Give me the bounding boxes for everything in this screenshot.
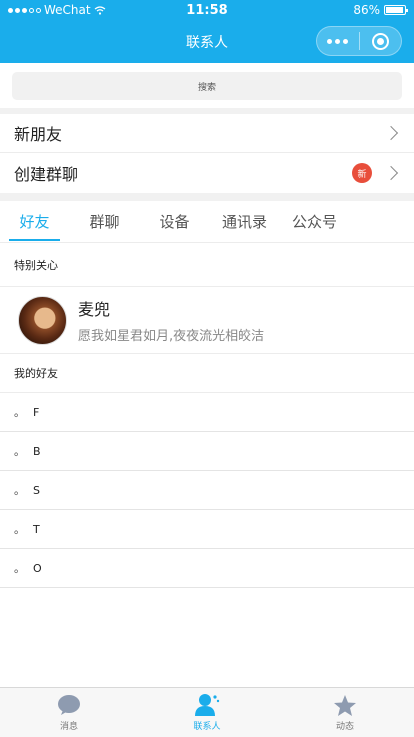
tab-devices[interactable]: 设备 [146,201,203,241]
avatar [18,295,67,345]
group-bullet: 。 [14,484,25,497]
friend-group-item[interactable]: 。 S [0,471,414,510]
status-bar: WeChat 11:58 86% [0,0,414,20]
status-left: WeChat [8,3,106,17]
tabbar-moments[interactable]: 动态 [276,688,414,737]
friend-group-item[interactable]: 。 B [0,432,414,471]
more-icon[interactable] [317,38,359,44]
close-miniprogram-button[interactable] [360,32,402,50]
tab-address-book[interactable]: 通讯录 [216,201,273,241]
group-label: B [33,444,41,458]
new-friends-item[interactable]: 新朋友 [0,114,414,152]
battery-icon [384,5,408,15]
friend-row[interactable]: 麦兜 愿我如星君如月,夜夜流光相皎洁 [0,287,414,353]
status-right: 86% [353,3,408,17]
chat-bubble-icon [57,693,81,717]
wifi-icon [94,5,105,15]
friend-group-item[interactable]: 。 O [0,549,414,588]
tabbar-contacts-label: 联系人 [193,722,221,732]
create-group-label: 创建群聊 [14,165,79,184]
chevron-right-icon [383,165,399,181]
section-gap [0,193,414,201]
signal-icon [8,7,41,13]
tabbar-contacts[interactable]: 联系人 [138,688,276,737]
special-care-title: 特别关心 [0,243,414,286]
friend-group-item[interactable]: 。 F [0,393,414,432]
group-bullet: 。 [14,406,25,419]
search-bar: 搜索 [0,63,414,108]
new-friends-label: 新朋友 [14,125,63,144]
group-bullet: 。 [14,523,25,536]
carrier-label: WeChat [44,3,91,17]
my-friends-title: 我的好友 [0,354,414,392]
tab-official-accounts[interactable]: 公众号 [286,201,343,241]
tabbar-messages[interactable]: 消息 [0,688,138,737]
group-label: O [33,561,42,575]
friend-signature: 愿我如星君如月,夜夜流光相皎洁 [78,329,265,344]
miniprogram-capsule [316,26,402,56]
nav-bar: 联系人 [0,20,414,63]
create-group-item[interactable]: 创建群聊 新 [0,153,414,193]
page-title: 联系人 [186,34,228,51]
new-badge: 新 [352,163,372,183]
friend-name: 麦兜 [78,300,111,319]
tabbar-moments-label: 动态 [335,722,354,732]
chevron-right-icon [383,125,399,141]
tab-groups[interactable]: 群聊 [76,201,133,241]
tab-friends[interactable]: 好友 [6,201,63,241]
group-bullet: 。 [14,445,25,458]
close-circle-icon [371,32,389,50]
star-icon [333,693,357,717]
friend-group-item[interactable]: 。 T [0,510,414,549]
group-bullet: 。 [14,562,25,575]
contact-tabs: 好友 群聊 设备 通讯录 公众号 [0,201,414,241]
contacts-icon [194,693,220,717]
group-label: S [33,483,40,497]
battery-percent: 86% [353,3,380,17]
group-label: F [33,405,40,419]
bottom-tab-bar: 消息 联系人 动态 [0,687,414,737]
friend-info: 麦兜 愿我如星君如月,夜夜流光相皎洁 [78,296,264,344]
group-label: T [33,522,40,536]
tabbar-messages-label: 消息 [59,722,78,732]
search-input[interactable]: 搜索 [12,72,402,100]
